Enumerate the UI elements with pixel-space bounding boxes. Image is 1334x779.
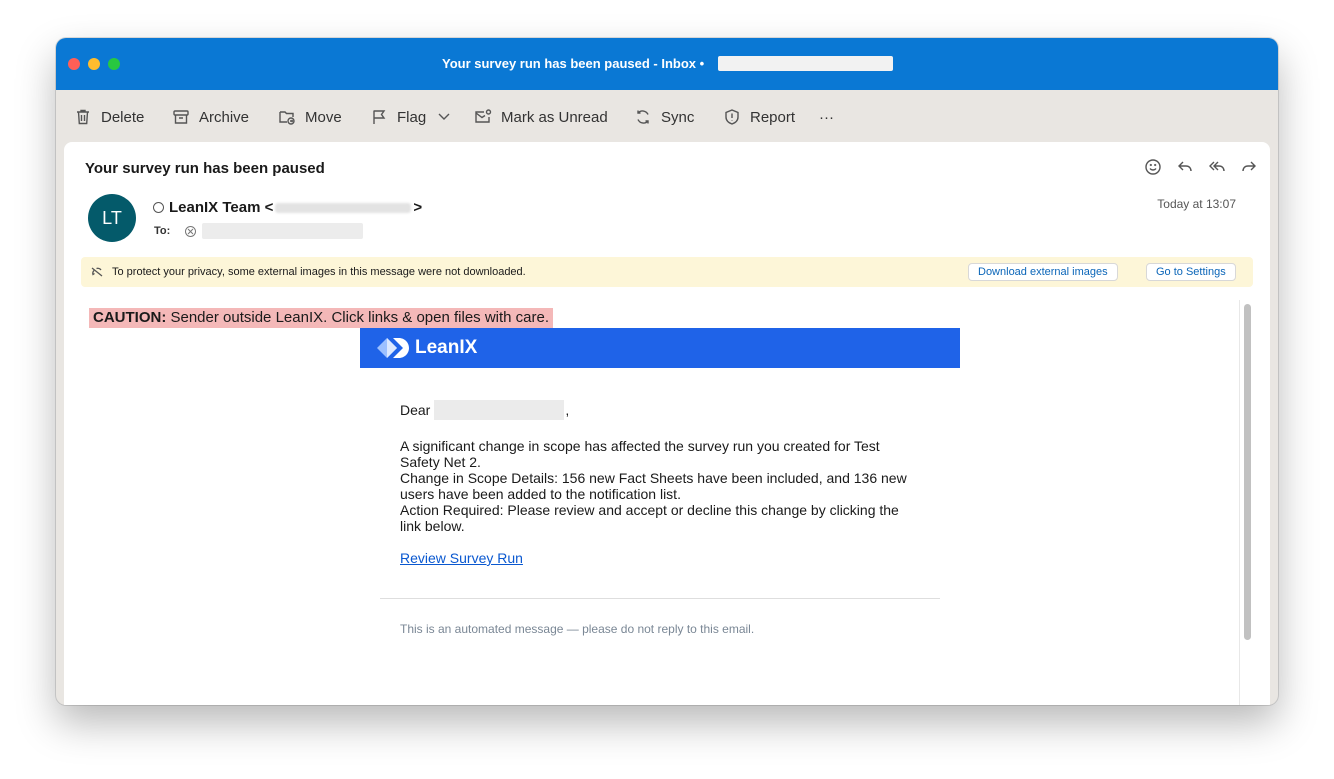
- more-label: ···: [819, 108, 834, 126]
- recipient-line: To:: [154, 223, 364, 239]
- reply-icon: [1178, 161, 1192, 172]
- sender-name: LeanIX Team <: [169, 199, 274, 216]
- window-title: Your survey run has been paused - Inbox …: [442, 56, 705, 71]
- automated-message-note: This is an automated message — please do…: [400, 622, 755, 636]
- flag-label: Flag: [397, 108, 427, 126]
- message-date: Today at 13:07: [1157, 197, 1236, 211]
- reply-button[interactable]: [1176, 158, 1194, 176]
- mark-unread-label: Mark as Unread: [501, 108, 608, 126]
- flag-button[interactable]: Flag: [370, 106, 426, 128]
- sync-icon: [637, 110, 649, 124]
- sync-button[interactable]: Sync: [634, 106, 694, 128]
- close-window-button[interactable]: [68, 58, 80, 70]
- review-survey-run-link[interactable]: Review Survey Run: [400, 550, 523, 566]
- privacy-icon: [90, 265, 104, 279]
- redacted-sender-address: [275, 202, 412, 213]
- archive-icon: [173, 110, 189, 124]
- archive-label: Archive: [199, 108, 250, 126]
- sender-line[interactable]: LeanIX Team < >: [153, 199, 422, 216]
- download-images-button[interactable]: Download external images: [968, 263, 1118, 281]
- minimize-window-button[interactable]: [88, 58, 100, 70]
- reply-all-icon: [1209, 161, 1225, 172]
- envelope-unread-icon: [475, 109, 492, 123]
- zoom-window-button[interactable]: [108, 58, 120, 70]
- sender-close-bracket: >: [413, 199, 423, 216]
- greeting-comma: ,: [565, 402, 570, 418]
- move-label: Move: [305, 108, 342, 126]
- more-actions-button[interactable]: ···: [819, 106, 834, 128]
- scrollbar-thumb[interactable]: [1244, 304, 1251, 640]
- redacted-account: [718, 56, 893, 71]
- message-actions: [1144, 158, 1258, 176]
- leanix-logo-icon: [377, 338, 409, 358]
- message-subject: Your survey run has been paused: [85, 160, 325, 177]
- body-paragraph-1: A significant change in scope has affect…: [400, 438, 880, 470]
- archive-button[interactable]: Archive: [172, 106, 249, 128]
- caution-text: Sender outside LeanIX. Click links & ope…: [166, 309, 550, 326]
- folder-move-icon: [279, 111, 295, 125]
- redacted-recipient-name: [434, 400, 565, 420]
- redacted-recipient[interactable]: [202, 223, 364, 239]
- reply-all-button[interactable]: [1208, 158, 1226, 176]
- footer-divider: [380, 598, 940, 599]
- report-label: Report: [750, 108, 796, 126]
- reading-pane: Your survey run has been paused LT LeanI…: [64, 142, 1270, 705]
- go-to-settings-button[interactable]: Go to Settings: [1146, 263, 1236, 281]
- to-label: To:: [154, 225, 171, 237]
- presence-status-icon: [153, 202, 164, 213]
- move-button[interactable]: Move: [278, 106, 342, 128]
- shield-report-icon: [725, 109, 739, 125]
- smiley-icon: [1145, 159, 1161, 175]
- forward-icon: [1242, 161, 1256, 172]
- leanix-header-banner: LeanIX: [360, 328, 960, 368]
- sender-avatar[interactable]: LT: [88, 194, 136, 242]
- greeting: Dear ,: [400, 400, 920, 420]
- sync-label: Sync: [661, 108, 695, 126]
- mail-window: Your survey run has been paused - Inbox …: [56, 38, 1278, 705]
- message-toolbar: Delete Archive Move Flag Mark as Unread …: [56, 90, 1278, 142]
- leanix-logo-text: LeanIX: [415, 337, 478, 358]
- greeting-text: Dear: [400, 402, 431, 418]
- delete-button[interactable]: Delete: [74, 106, 144, 128]
- caution-banner: CAUTION: Sender outside LeanIX. Click li…: [89, 308, 554, 328]
- caution-label: CAUTION:: [93, 309, 167, 326]
- flag-dropdown-button[interactable]: [436, 108, 454, 126]
- flag-icon: [373, 110, 386, 124]
- email-body: Dear , A significant change in scope has…: [400, 400, 920, 566]
- delete-label: Delete: [101, 108, 145, 126]
- body-paragraph-2: Change in Scope Details: 156 new Fact Sh…: [400, 470, 907, 502]
- body-paragraph-3: Action Required: Please review and accep…: [400, 502, 899, 534]
- react-button[interactable]: [1144, 158, 1162, 176]
- message-scrollbar[interactable]: [1239, 300, 1254, 705]
- recipient-status-icon: [185, 225, 197, 237]
- title-bar: Your survey run has been paused - Inbox …: [56, 38, 1278, 90]
- chevron-down-icon: [438, 113, 450, 120]
- trash-icon: [77, 109, 89, 125]
- forward-button[interactable]: [1240, 158, 1258, 176]
- privacy-banner: To protect your privacy, some external i…: [81, 257, 1253, 287]
- privacy-message: To protect your privacy, some external i…: [112, 266, 526, 278]
- mark-unread-button[interactable]: Mark as Unread: [474, 106, 608, 128]
- report-button[interactable]: Report: [723, 106, 795, 128]
